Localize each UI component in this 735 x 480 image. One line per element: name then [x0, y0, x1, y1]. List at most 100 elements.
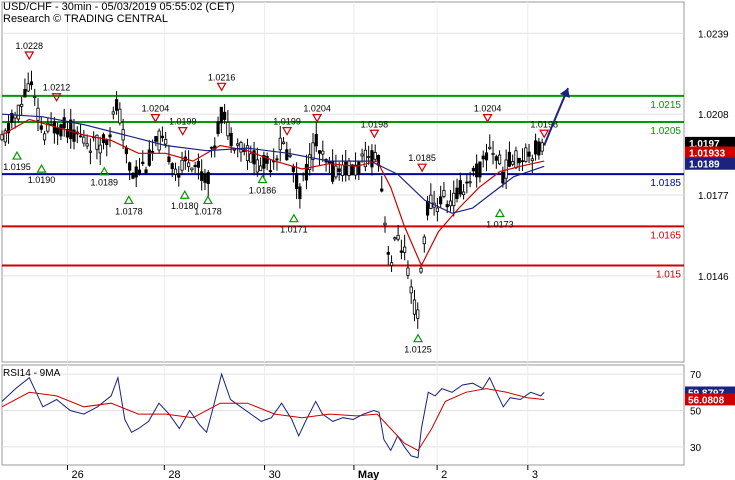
candle-body [85, 143, 89, 147]
trough-label: 1.0195 [3, 162, 31, 172]
time-tick-label: 28 [168, 469, 180, 480]
candle-body [461, 191, 466, 196]
price-tick-label: 1.0208 [698, 110, 729, 121]
candle-body [137, 169, 142, 174]
candle-body [445, 204, 449, 208]
time-tick-label: May [358, 469, 380, 480]
candle-body [491, 152, 495, 156]
candle-body [147, 149, 151, 166]
candle-body [295, 173, 299, 190]
candle-body [88, 150, 92, 153]
candle-body [298, 186, 302, 199]
candle-body [239, 142, 243, 153]
candle-body [314, 134, 318, 147]
candle-body [406, 267, 410, 276]
price-tick-label: 1.0239 [698, 29, 729, 40]
candle-body [39, 125, 43, 130]
candle-body [98, 144, 102, 154]
candle-body [396, 234, 400, 240]
candle-body [488, 146, 492, 150]
candle-body [458, 180, 462, 195]
peak-label: 1.0212 [43, 83, 71, 93]
candle-body [177, 174, 181, 178]
chart-source: Research © TRADING CENTRAL [3, 13, 168, 25]
candle-body [520, 160, 525, 163]
candle-body [268, 170, 273, 173]
peak-label: 1.0185 [408, 153, 436, 163]
candle-body [206, 172, 210, 185]
candle-body [154, 136, 158, 142]
candle-body [494, 156, 498, 161]
candle-body [540, 142, 544, 152]
time-axis: 26 28 30 May 2 3 [66, 465, 538, 480]
candle-body [226, 121, 230, 137]
candle-body [173, 168, 178, 175]
candle-body [386, 252, 390, 255]
candle-body [533, 140, 538, 155]
candle-body [223, 111, 227, 120]
candle-body [527, 151, 531, 157]
time-tick-label: 26 [71, 469, 83, 480]
candle-body [186, 162, 191, 167]
peak-label: 1.0199 [273, 117, 301, 127]
candle-body [249, 153, 253, 163]
candle-body [59, 124, 63, 137]
candle-body [108, 134, 112, 138]
candle-body [357, 161, 361, 175]
candle-body [380, 188, 384, 192]
level-label: 1.0205 [650, 126, 681, 137]
candle-body [468, 181, 472, 184]
candle-body [370, 150, 374, 168]
candle-body [511, 161, 515, 165]
candle-body [530, 158, 534, 162]
trough-label: 1.0125 [404, 345, 432, 355]
peak-label: 1.0199 [169, 117, 197, 127]
candle-body [347, 160, 351, 176]
candle-body [170, 163, 174, 170]
trough-label: 1.0186 [249, 186, 277, 196]
candle-body [278, 137, 282, 151]
candle-body [501, 171, 505, 184]
candle-body [334, 165, 338, 178]
candle-body [507, 151, 512, 167]
trough-label: 1.0190 [28, 175, 56, 185]
candle-body [524, 147, 528, 162]
candle-body [399, 250, 403, 253]
candle-body [203, 174, 207, 183]
rsi-tick-label: 30 [690, 443, 702, 454]
time-tick-label: 3 [532, 469, 538, 480]
candle-body [160, 135, 165, 139]
trough-label: 1.0178 [194, 206, 222, 216]
rsi-marker-label: 56.0808 [688, 395, 725, 406]
candle-body [439, 196, 443, 205]
level-label: 1.0185 [650, 178, 681, 189]
candle-body [281, 141, 286, 145]
candle-body [219, 106, 223, 124]
candle-body [317, 150, 322, 154]
candle-body [0, 134, 4, 141]
candle-body [403, 246, 407, 253]
candle-body [425, 201, 430, 216]
candle-body [422, 236, 426, 245]
candle-body [288, 154, 292, 157]
candle-body [164, 138, 168, 145]
candle-body [78, 135, 83, 138]
peak-label: 1.0216 [208, 72, 236, 82]
candle-body [419, 267, 423, 273]
candle-body [193, 164, 197, 167]
candle-body [504, 159, 508, 179]
candle-body [42, 133, 47, 141]
candle-body [118, 108, 122, 124]
price-axis: 1.01461.01771.02081.02393050701.01971.01… [685, 29, 735, 454]
candle-body [157, 130, 161, 151]
candle-body [255, 159, 259, 173]
candle-body [216, 121, 220, 135]
rsi-title: RSI14 - 9MA [3, 368, 61, 379]
time-tick-label: 30 [269, 469, 281, 480]
candle-body [20, 103, 24, 107]
candle-body [82, 136, 86, 144]
price-tick-label: 1.0146 [698, 272, 729, 283]
candle-body [367, 156, 371, 158]
peak-label: 1.0204 [142, 104, 170, 114]
candle-body [36, 107, 40, 121]
